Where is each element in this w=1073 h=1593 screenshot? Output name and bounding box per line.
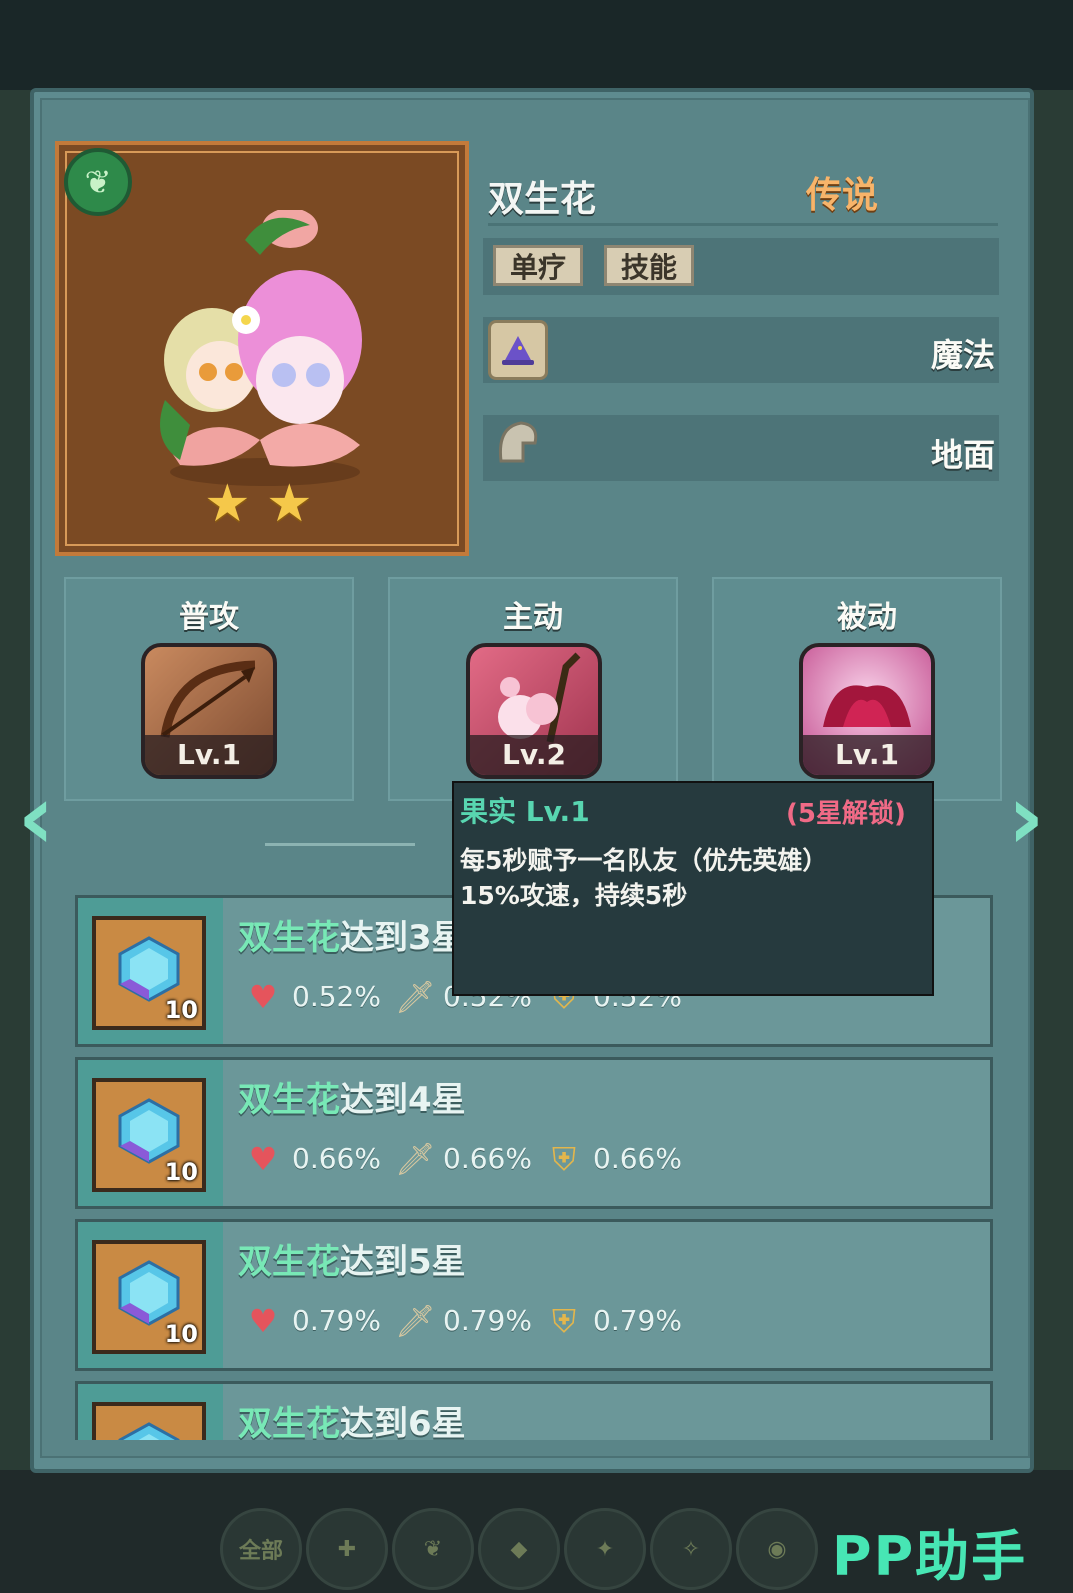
reward-item-cell: 10 [78, 898, 223, 1044]
filter-helmet-icon[interactable]: ✚ [306, 1508, 388, 1590]
filter-leaf-icon[interactable]: ❦ [392, 1508, 474, 1590]
attribute-row-ground [483, 415, 999, 481]
filter-all-label: 全部 [238, 1539, 283, 1564]
attack-type-label: 魔法 [930, 336, 995, 374]
tooltip-skill-name: 果实 Lv.1 [460, 795, 590, 828]
reward-item[interactable]: 10 [92, 1402, 206, 1440]
skill-title-active: 主动 [503, 600, 563, 635]
shield-icon: ⛨ [551, 1140, 576, 1178]
hero-rarity: 传说 [806, 175, 879, 216]
heart-icon: ♥ [248, 978, 278, 1016]
reward-hp-bonus: 0.52% [292, 980, 381, 1013]
reward-hp-bonus: 0.66% [292, 1142, 381, 1175]
reward-condition: 双生花达到6星 [238, 1396, 466, 1440]
reward-item[interactable]: 10 [92, 1240, 206, 1354]
shield-icon: ⛨ [551, 1302, 576, 1340]
divider [488, 223, 998, 226]
reward-star-target: 达到5星 [340, 1242, 466, 1282]
reward-row: 10 双生花达到4星 ♥ 0.66% 🗡 0.66% ⛨ 0.66% [75, 1057, 993, 1209]
gem-icon [114, 934, 184, 1004]
tooltip-line-1: 每5秒赋予一名队友（优先英雄） [460, 846, 828, 875]
tooltip-description: 每5秒赋予一名队友（优先英雄） 15%攻速，持续5秒 [460, 843, 920, 913]
sword-icon: 🗡 [395, 978, 436, 1016]
skill-level-basic: Lv.1 [145, 735, 273, 775]
reward-quantity: 10 [164, 1320, 198, 1348]
hero-name: 双生花 [488, 179, 597, 220]
background-top [0, 0, 1073, 90]
reward-star-target: 达到6星 [340, 1404, 466, 1440]
previous-hero-arrow-icon[interactable]: ‹ [6, 768, 66, 868]
blossom-branch-icon[interactable]: Lv.2 [466, 643, 602, 779]
reward-hp-bonus: 0.79% [292, 1304, 381, 1337]
tag-skill: 技能 [604, 245, 695, 286]
filter-eye-icon[interactable]: ◉ [736, 1508, 818, 1590]
gem-icon [114, 1258, 184, 1328]
watermark: PP助手 [832, 1525, 1028, 1588]
tag-single-heal: 单疗 [493, 245, 584, 286]
skill-title-basic: 普攻 [179, 600, 239, 635]
helmet-icon [488, 412, 548, 472]
reward-item[interactable]: 10 [92, 1078, 206, 1192]
reward-item-cell: 10 [78, 1384, 223, 1440]
reward-star-target: 达到4星 [340, 1080, 466, 1120]
reward-star-target: 达到3星 [340, 918, 466, 958]
skill-level-active: Lv.2 [470, 735, 598, 775]
reward-condition: 双生花达到5星 [238, 1234, 466, 1283]
gem-icon [114, 1420, 184, 1440]
hero-illustration [160, 210, 362, 486]
next-hero-arrow-icon[interactable]: › [996, 768, 1056, 868]
star-icon: ★ [204, 474, 251, 534]
leaf-sprout-icon: ❦ [64, 148, 132, 216]
heart-icon: ♥ [248, 1302, 278, 1340]
filter-all-button[interactable]: 全部 [220, 1508, 302, 1590]
reward-item-cell: 10 [78, 1222, 223, 1368]
reward-item[interactable]: 10 [92, 916, 206, 1030]
bow-arrow-icon[interactable]: Lv.1 [141, 643, 277, 779]
terrain-type-label: 地面 [930, 436, 995, 474]
filter-beast-icon[interactable]: ◆ [478, 1508, 560, 1590]
reward-quantity: 10 [164, 996, 198, 1024]
reward-item-cell: 10 [78, 1060, 223, 1206]
reward-hero-name: 双生花 [238, 1242, 340, 1282]
tooltip-unlock-condition: (5星解锁) [786, 799, 906, 829]
sword-icon: 🗡 [395, 1302, 436, 1340]
filter-tree-icon[interactable]: ✦ [564, 1508, 646, 1590]
reward-atk-bonus: 0.79% [443, 1304, 532, 1337]
reward-condition: 双生花达到4星 [238, 1072, 466, 1121]
reward-hero-name: 双生花 [238, 918, 340, 958]
reward-def-bonus: 0.66% [593, 1142, 682, 1175]
tooltip-line-2: 15%攻速，持续5秒 [460, 881, 688, 910]
star-icon: ★ [266, 474, 313, 534]
reward-hero-name: 双生花 [238, 1404, 340, 1440]
skill-title-passive: 被动 [837, 600, 897, 635]
reward-quantity: 10 [164, 1158, 198, 1186]
heart-icon: ♥ [248, 1140, 278, 1178]
crimson-flower-icon[interactable]: Lv.1 [799, 643, 935, 779]
sword-icon: 🗡 [395, 1140, 436, 1178]
reward-condition: 双生花达到3星 [238, 910, 466, 959]
reward-atk-bonus: 0.66% [443, 1142, 532, 1175]
gem-icon [114, 1096, 184, 1166]
reward-hero-name: 双生花 [238, 1080, 340, 1120]
wizard-hat-icon [488, 320, 548, 380]
reward-def-bonus: 0.79% [593, 1304, 682, 1337]
filter-rune-icon[interactable]: ✧ [650, 1508, 732, 1590]
reward-row: 10 双生花达到5星 ♥ 0.79% 🗡 0.79% ⛨ 0.79% [75, 1219, 993, 1371]
skill-level-passive: Lv.1 [803, 735, 931, 775]
reward-row: 10双生花达到6星♥🗡⛨ [75, 1381, 993, 1440]
attribute-row-magic [483, 317, 999, 383]
